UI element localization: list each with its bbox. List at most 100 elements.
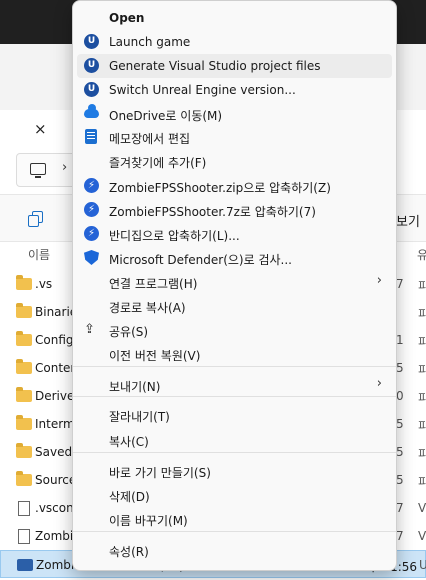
menu-item-label: 복사(C) (109, 435, 149, 449)
menu-item-label: 메모장에서 편집 (109, 132, 191, 146)
folder-icon (16, 471, 32, 486)
menu-item[interactable]: ⇪ 공유(S) (77, 318, 392, 342)
menu-item[interactable]: ⚡ ZombieFPSShooter.zip으로 압축하기(Z) (77, 174, 392, 198)
file-type-fragment: 피 (418, 419, 426, 433)
close-tab-icon[interactable]: × (34, 120, 47, 138)
bandizip-icon: ⚡ (84, 178, 99, 193)
file-date-fragment: 7 (396, 501, 404, 515)
menu-item-label: ZombieFPSShooter.zip으로 압축하기(Z) (109, 181, 331, 195)
context-menu: Open U Launch game U Generate Visual Studio … (72, 0, 397, 571)
submenu-arrow-icon: › (376, 376, 382, 391)
column-name-header[interactable]: 이름 (28, 246, 50, 263)
file-type-fragment: 피 (418, 391, 426, 405)
menu-item-label: Switch Unreal Engine version... (109, 83, 296, 97)
menu-item-label: OneDrive로 이동(M) (109, 109, 223, 123)
submenu-arrow-icon: › (376, 273, 382, 288)
file-type-fragment: 피 (418, 447, 426, 461)
defender-icon (84, 250, 99, 265)
menu-item-label: 공유(S) (109, 325, 149, 339)
menu-item-label: 보내기(N) (109, 380, 161, 394)
folder-icon (16, 359, 32, 374)
folder-icon (16, 415, 32, 430)
menu-item[interactable]: 이전 버전 복원(V) (77, 342, 392, 366)
menu-item-label: 즐겨찾기에 추가(F) (109, 156, 207, 170)
menu-item-label: 반디집으로 압축하기(L)... (109, 229, 240, 243)
share-icon: ⇪ (84, 322, 95, 337)
menu-item-label: 잘라내기(T) (109, 410, 170, 424)
folder-icon (16, 303, 32, 318)
column-type-header[interactable]: 유 (417, 246, 426, 263)
folder-icon (16, 275, 32, 290)
menu-item-label: 이름 바꾸기(M) (109, 514, 188, 528)
menu-separator (73, 531, 396, 532)
folder-icon (16, 387, 32, 402)
folder-icon (16, 331, 32, 346)
menu-separator (73, 452, 396, 453)
bandizip-icon: ⚡ (84, 226, 99, 241)
menu-item[interactable]: U Switch Unreal Engine version... (77, 78, 392, 102)
file-name: Source (35, 473, 77, 487)
unreal-icon: U (84, 58, 99, 73)
menu-item-label: 바로 가기 만들기(S) (109, 466, 211, 480)
menu-item[interactable]: 복사(C) (77, 428, 392, 452)
file-date-fragment: 5 (396, 361, 404, 375)
menu-item-label: 이전 버전 복원(V) (109, 349, 201, 363)
menu-item[interactable]: 메모장에서 편집 (77, 125, 392, 149)
file-name: Saved (35, 445, 73, 459)
file-type-fragment: 피 (418, 475, 426, 489)
file-date-fragment: 7 (396, 529, 404, 543)
file-date-fragment: 7 (396, 277, 404, 291)
file-type-fragment: V (418, 501, 426, 515)
menu-separator (73, 366, 396, 367)
copy-icon[interactable] (28, 211, 43, 227)
file-name: .vs (35, 277, 53, 291)
bandizip-icon: ⚡ (84, 202, 99, 217)
menu-item[interactable]: 삭제(D) (77, 483, 392, 507)
unreal-icon: U (84, 34, 99, 49)
unreal-project-icon (17, 559, 33, 571)
menu-item[interactable]: ⚡ 반디집으로 압축하기(L)... (77, 222, 392, 246)
chevron-right-icon[interactable]: › (62, 160, 67, 175)
menu-item[interactable]: 속성(R) (77, 538, 392, 562)
file-name: Config (35, 333, 74, 347)
menu-item-label: 삭제(D) (109, 490, 150, 504)
menu-item[interactable]: Microsoft Defender(으)로 검사... (77, 246, 392, 270)
onedrive-icon (84, 104, 99, 118)
folder-icon (16, 443, 32, 458)
file-type-fragment: 피 (418, 307, 426, 321)
menu-item[interactable]: OneDrive로 이동(M) (77, 102, 392, 126)
unreal-icon: U (84, 82, 99, 97)
menu-item[interactable]: 연결 프로그램(H) › (77, 270, 392, 294)
menu-item[interactable]: 보내기(N) › (77, 373, 392, 397)
file-type-fragment: V (418, 529, 426, 543)
menu-item[interactable]: ⚡ ZombieFPSShooter.7z로 압축하기(7) (77, 198, 392, 222)
menu-item[interactable]: U Generate Visual Studio project files (77, 54, 392, 78)
view-button[interactable]: 보기 (396, 211, 420, 230)
menu-item-label: 경로로 복사(A) (109, 301, 186, 315)
file-type-fragment: 피 (418, 279, 426, 293)
notepad-icon (85, 129, 97, 144)
menu-item[interactable]: 경로로 복사(A) (77, 294, 392, 318)
file-date-fragment: 0 (396, 389, 404, 403)
file-date-fragment: 5 (396, 445, 404, 459)
menu-item-label: Open (109, 11, 145, 25)
menu-item-label: 연결 프로그램(H) (109, 277, 198, 291)
menu-item[interactable]: 바로 가기 만들기(S) (77, 459, 392, 483)
menu-item[interactable]: U Launch game (77, 30, 392, 54)
file-date-fragment: 5 (396, 417, 404, 431)
menu-item-label: Microsoft Defender(으)로 검사... (109, 253, 292, 267)
file-date-fragment: 5 (396, 473, 404, 487)
menu-item[interactable]: 이름 바꾸기(M) (77, 507, 392, 531)
file-type-fragment: 피 (418, 363, 426, 377)
menu-item[interactable]: Open (77, 6, 392, 30)
menu-item[interactable]: 잘라내기(T) (77, 403, 392, 427)
file-icon (18, 501, 30, 516)
menu-item-label: ZombieFPSShooter.7z로 압축하기(7) (109, 205, 316, 219)
file-type-fragment: U (419, 558, 426, 572)
menu-item-label: Generate Visual Studio project files (109, 59, 321, 73)
file-date-fragment: 1 (396, 333, 404, 347)
this-pc-icon (30, 163, 46, 178)
menu-item-label: 속성(R) (109, 545, 149, 559)
menu-item-label: Launch game (109, 35, 191, 49)
menu-item[interactable]: 즐겨찾기에 추가(F) (77, 149, 392, 173)
